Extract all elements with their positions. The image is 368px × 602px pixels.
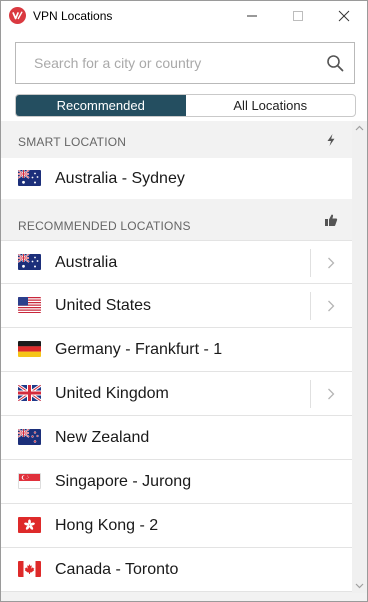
- location-row-united-kingdom[interactable]: United Kingdom: [1, 372, 352, 416]
- scroll-up-arrow-icon[interactable]: [355, 125, 364, 131]
- app-logo-icon: [9, 7, 26, 24]
- location-name: United Kingdom: [55, 385, 169, 402]
- australia-flag-icon: [18, 254, 41, 270]
- location-row-germany-frankfurt[interactable]: Germany - Frankfurt - 1: [1, 328, 352, 372]
- location-row-united-states[interactable]: United States: [1, 284, 352, 328]
- smart-location-row[interactable]: Australia - Sydney: [1, 158, 352, 199]
- hong-kong-flag-icon: [18, 517, 41, 533]
- title-bar: VPN Locations: [1, 1, 367, 31]
- search-and-tabs: Recommended All Locations: [1, 31, 367, 121]
- maximize-icon: [293, 11, 303, 21]
- window-title: VPN Locations: [33, 9, 113, 23]
- new-zealand-flag-icon: [18, 429, 41, 445]
- tab-all-locations[interactable]: All Locations: [186, 95, 356, 116]
- vpn-locations-window: VPN Locations Recommen: [0, 0, 368, 602]
- united-kingdom-flag-icon: [18, 385, 41, 401]
- location-name: United States: [55, 297, 152, 314]
- singapore-flag-icon: [18, 473, 41, 489]
- location-row-australia[interactable]: Australia: [1, 240, 352, 284]
- canada-flag-icon: [18, 561, 41, 577]
- germany-flag-icon: [18, 341, 41, 357]
- search-input[interactable]: [16, 43, 316, 83]
- location-name: Hong Kong - 2: [55, 517, 159, 534]
- minimize-icon: [247, 15, 257, 17]
- smart-location-label: SMART LOCATION: [18, 135, 127, 149]
- maximize-button[interactable]: [275, 1, 321, 31]
- location-name: Australia - Sydney: [55, 170, 185, 187]
- minimize-button[interactable]: [229, 1, 275, 31]
- chevron-right-icon: [328, 388, 335, 400]
- recommended-locations-label: RECOMMENDED LOCATIONS: [18, 219, 191, 233]
- location-row-new-zealand[interactable]: New Zealand: [1, 416, 352, 460]
- location-tabs: Recommended All Locations: [15, 94, 356, 117]
- chevron-right-icon: [328, 257, 335, 269]
- thumbs-up-icon: [325, 214, 338, 226]
- expand-button[interactable]: [310, 380, 352, 408]
- location-name: Australia: [55, 254, 118, 271]
- location-row-canada-toronto[interactable]: Canada - Toronto: [1, 548, 352, 592]
- recommended-locations-header: RECOMMENDED LOCATIONS: [1, 199, 352, 239]
- expand-button[interactable]: [310, 249, 352, 277]
- close-icon: [338, 10, 350, 22]
- lightning-icon: [327, 134, 335, 146]
- search-icon[interactable]: [326, 54, 344, 72]
- smart-location-header: SMART LOCATION: [1, 121, 352, 161]
- location-name: Canada - Toronto: [55, 561, 179, 578]
- vertical-scrollbar[interactable]: [352, 121, 367, 593]
- tab-recommended[interactable]: Recommended: [16, 95, 186, 116]
- location-name: Germany - Frankfurt - 1: [55, 341, 223, 358]
- close-button[interactable]: [321, 1, 367, 31]
- expand-button[interactable]: [310, 292, 352, 320]
- location-row-hong-kong[interactable]: Hong Kong - 2: [1, 504, 352, 548]
- location-name: New Zealand: [55, 429, 150, 446]
- scroll-down-arrow-icon[interactable]: [355, 583, 364, 589]
- location-name: Singapore - Jurong: [55, 473, 192, 490]
- australia-flag-icon: [18, 170, 41, 186]
- location-row-singapore-jurong[interactable]: Singapore - Jurong: [1, 460, 352, 504]
- united-states-flag-icon: [18, 297, 41, 313]
- chevron-right-icon: [328, 300, 335, 312]
- search-box: [15, 42, 355, 84]
